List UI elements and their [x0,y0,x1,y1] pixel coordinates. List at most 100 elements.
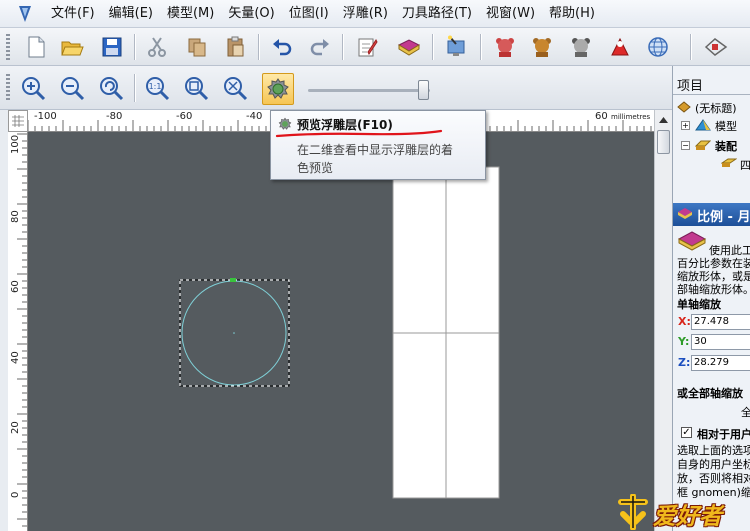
project-root-label[interactable]: (无标题) [695,100,737,116]
open-file-button[interactable] [58,33,86,61]
save-disk-icon [102,37,122,57]
globe-mesh-icon [648,37,668,57]
ruler-grid-icon [12,115,24,127]
watermark-emblem-icon [618,494,648,530]
copy-icon [188,38,206,57]
tree-item-assembly[interactable]: 装配 [715,138,737,154]
menu-relief[interactable]: 浮雕(R) [336,0,395,28]
menu-vector[interactable]: 矢量(O) [221,0,281,28]
main-toolbar [0,28,750,66]
model-icon [695,119,711,131]
zoom-extents-button[interactable] [221,74,249,102]
book-icon [397,39,421,56]
zoom-one-to-one-icon: 1:1 [146,77,170,101]
scale-description-line: 部轴缩放形体。 [677,283,750,296]
scrollbar-thumb[interactable] [657,130,670,154]
all-axes-option[interactable]: 全 [741,404,750,420]
ruler-label: -100 [34,111,57,122]
zoom-out-button[interactable] [58,74,86,102]
assembly-icon [695,140,711,150]
relief-preview-slider-track[interactable] [308,89,430,92]
circle-center-point [233,332,235,334]
relief-model-2-button[interactable] [528,33,556,61]
zoom-in-button[interactable] [19,74,47,102]
red-underline-annotation [275,129,443,138]
menu-edit[interactable]: 编辑(E) [102,0,160,28]
x-scale-input[interactable]: 27.478 [691,314,750,330]
scale-book-icon [678,208,692,219]
vector-tool-button[interactable] [702,33,730,61]
app-logo-icon[interactable] [14,3,36,25]
ruler-label: -60 [176,111,193,122]
ruler-label: -40 [246,111,263,122]
scale-panel-header: 比例 - 月 [673,203,750,226]
notes-button[interactable] [353,33,381,61]
vector-node-icon [704,38,728,56]
y-scale-input[interactable]: 30 [691,334,750,350]
tooltip-description-line1: 在二维查看中显示浮雕层的着 [297,143,454,157]
single-axis-heading: 单轴缩放 [677,298,721,311]
selection-handle [230,278,236,282]
svg-text:1:1: 1:1 [149,82,162,91]
all-axes-heading: 或全部轴缩放 [677,387,743,400]
tree-collapse-icon[interactable]: − [681,141,690,150]
view-left-border [0,110,8,531]
scale-panel-title: 比例 - 月 [697,210,750,225]
undo-button[interactable] [268,33,296,61]
ruler-label: 60 [10,280,21,293]
z-axis-label: Z: [678,356,691,369]
zoom-fit-button[interactable] [182,74,210,102]
component-icon [721,158,737,167]
vertical-ruler-ticks [17,133,27,527]
preview-relief-tooltip: 预览浮雕层(F10) 在二维查看中显示浮雕层的着 色预览 [270,110,486,180]
preview-relief-button[interactable] [262,73,294,105]
2d-view-canvas[interactable] [28,132,654,531]
project-book-button[interactable] [395,33,423,61]
zoom-actual-size-button[interactable]: 1:1 [143,74,171,102]
teddy-bear-color-icon [496,38,514,57]
relief-model-3-button[interactable] [567,33,595,61]
ruler-label: 40 [10,351,21,364]
menu-model[interactable]: 模型(M) [160,0,221,28]
new-file-button[interactable] [22,33,50,61]
ruler-label: 0 [10,491,21,498]
relief-preview-slider-thumb[interactable] [418,80,429,100]
menu-bar: 文件(F) 编辑(E) 模型(M) 矢量(O) 位图(I) 浮雕(R) 刀具路径… [0,0,750,28]
toolbar-grip[interactable] [6,34,10,60]
redo-button[interactable] [306,33,334,61]
redo-arrow-icon [310,39,329,56]
paste-button[interactable] [221,33,249,61]
vertical-scrollbar[interactable] [654,110,672,531]
relief-tool-button[interactable] [606,33,634,61]
ruler-unit-label: millimetres [611,113,651,121]
relief-model-1-button[interactable] [491,33,519,61]
scroll-up-arrow-icon[interactable] [657,113,670,127]
menu-help[interactable]: 帮助(H) [542,0,602,28]
zoom-out-icon [61,77,85,101]
watermark-logo: 爱好者 [617,490,750,531]
wizard-button[interactable] [442,33,470,61]
zoom-extents-icon [224,77,248,101]
z-scale-input[interactable]: 28.279 [691,355,750,371]
tree-expand-icon[interactable]: + [681,121,690,130]
tree-item-child[interactable]: 四 [740,157,750,173]
zoom-previous-button[interactable] [97,74,125,102]
cut-button[interactable] [143,33,171,61]
wizard-monitor-icon [447,35,465,56]
relative-to-user-checkbox[interactable]: ✓ [681,427,692,438]
teddy-bear-gray-icon [572,38,590,57]
menu-file[interactable]: 文件(F) [44,0,102,28]
menu-toolpaths[interactable]: 刀具路径(T) [395,0,479,28]
vertical-ruler[interactable]: 100 80 60 40 20 0 [8,132,28,531]
save-button[interactable] [98,33,126,61]
copy-button[interactable] [183,33,211,61]
menu-bitmap[interactable]: 位图(I) [282,0,336,28]
toolbar-grip[interactable] [6,74,10,102]
menu-window[interactable]: 视窗(W) [479,0,542,28]
ruler-origin-corner[interactable] [8,110,28,132]
zoom-fit-icon [185,77,209,101]
globe-button[interactable] [644,33,672,61]
undo-arrow-icon [273,39,292,56]
tree-item-model[interactable]: 模型 [715,118,737,134]
notepad-pencil-icon [358,38,378,57]
